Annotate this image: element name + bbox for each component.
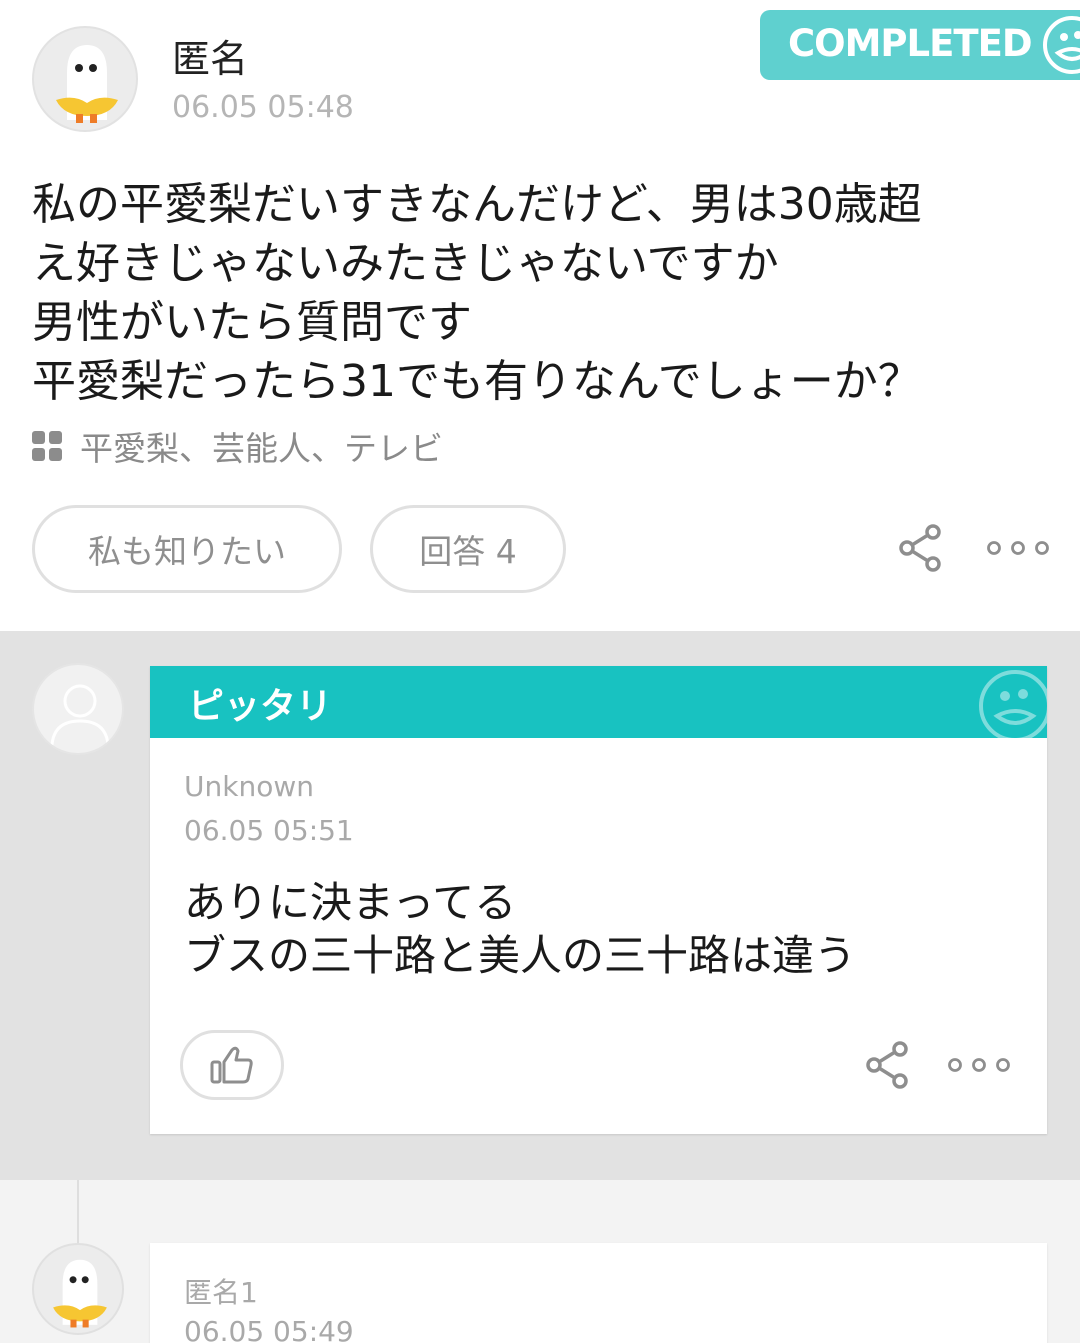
best-answer-card: ピッタリ Unknown 06.05 05:51 ありに決まってる ブスの三十路… — [150, 666, 1047, 1134]
status-badge-label: COMPLETED — [788, 22, 1033, 65]
answer-line: ありに決まってる — [184, 878, 517, 927]
answerer-avatar[interactable] — [32, 1243, 124, 1335]
question-timestamp: 06.05 05:48 — [172, 90, 354, 125]
question-line: 平愛梨だったら31でも有りなんでしょーか？ — [32, 356, 922, 407]
share-icon[interactable] — [897, 523, 943, 573]
answer-author: Unknown — [184, 770, 314, 803]
like-button[interactable] — [180, 1030, 284, 1100]
more-icon[interactable] — [947, 1057, 1011, 1073]
answer-line: ブスの三十路と美人の三十路は違う — [184, 931, 857, 980]
question-body: 私の平愛梨だいすきなんだけど、男は30歳超 え好きじゃないみたきじゃないですか … — [32, 175, 1042, 411]
answer-author: 匿名1 — [184, 1276, 258, 1309]
answer-timestamp: 06.05 05:51 — [184, 814, 354, 847]
author-avatar[interactable] — [32, 26, 138, 132]
question-line: 私の平愛梨だいすきなんだけど、男は30歳超 — [32, 179, 922, 230]
more-icon[interactable] — [986, 540, 1050, 556]
answer-timestamp: 06.05 05:49 — [184, 1315, 354, 1343]
tag-list[interactable]: 平愛梨、芸能人、テレビ — [32, 422, 443, 470]
answer-card: 匿名1 06.05 05:49 — [150, 1243, 1047, 1343]
thread-connector — [77, 1180, 79, 1250]
mascot-icon — [1043, 16, 1080, 74]
mascot-icon — [979, 670, 1047, 738]
question-author: 匿名 — [172, 37, 249, 81]
tags-text[interactable]: 平愛梨、芸能人、テレビ — [80, 422, 443, 470]
question-line: え好きじゃないみたきじゃないですか — [32, 238, 779, 289]
best-answer-header: ピッタリ — [150, 666, 1047, 738]
want-to-know-button[interactable]: 私も知りたい — [32, 505, 342, 593]
answer-count-button[interactable]: 回答 4 — [370, 505, 566, 593]
thumbs-up-icon — [210, 1046, 253, 1084]
ghost-avatar-icon — [53, 1259, 107, 1328]
share-icon[interactable] — [864, 1040, 910, 1090]
best-answer-label: ピッタリ — [188, 686, 333, 727]
answer-body: ありに決まってる ブスの三十路と美人の三十路は違う — [184, 876, 856, 982]
default-user-icon — [50, 684, 110, 746]
status-badge: COMPLETED — [760, 10, 1080, 80]
question-line: 男性がいたら質問です — [32, 297, 472, 348]
answerer-avatar[interactable] — [32, 663, 124, 755]
grid-icon — [32, 431, 62, 461]
ghost-avatar-icon — [56, 45, 118, 123]
